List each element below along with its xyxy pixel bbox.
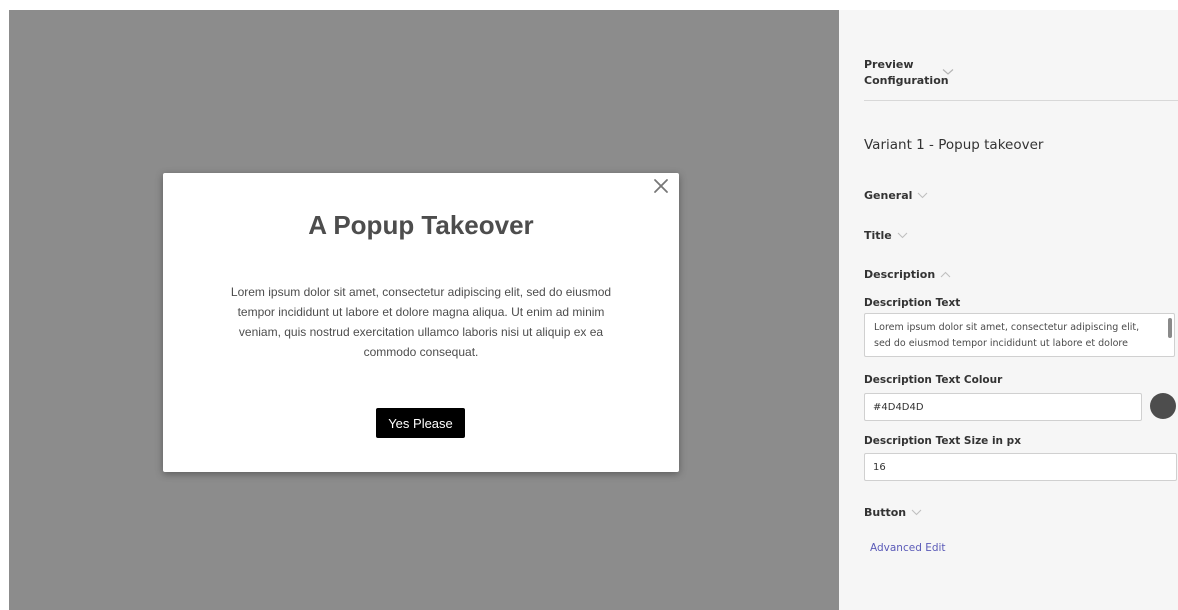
chevron-down-icon xyxy=(942,69,954,75)
section-general[interactable]: General xyxy=(864,189,928,202)
description-text-input[interactable]: Lorem ipsum dolor sit amet, consectetur … xyxy=(864,313,1175,357)
chevron-down-icon xyxy=(897,232,908,239)
chevron-up-icon xyxy=(940,271,951,278)
close-icon xyxy=(654,179,668,193)
popup-modal: A Popup Takeover Lorem ipsum dolor sit a… xyxy=(163,173,679,472)
section-button[interactable]: Button xyxy=(864,506,922,519)
description-text-value: Lorem ipsum dolor sit amet, consectetur … xyxy=(874,322,1140,356)
divider xyxy=(864,100,1178,101)
section-title[interactable]: Title xyxy=(864,229,908,242)
section-title-label: Title xyxy=(864,229,892,242)
variant-title: Variant 1 - Popup takeover xyxy=(864,137,1044,153)
description-colour-input[interactable] xyxy=(864,393,1142,421)
popup-title: A Popup Takeover xyxy=(308,210,534,240)
section-button-label: Button xyxy=(864,506,907,519)
yes-please-button[interactable]: Yes Please xyxy=(376,408,465,438)
chevron-down-icon xyxy=(911,509,922,516)
preview-configuration-toggle[interactable]: Preview Configuration xyxy=(864,57,954,89)
advanced-edit-link[interactable]: Advanced Edit xyxy=(870,542,946,554)
config-sidebar: Preview Configuration Variant 1 - Popup … xyxy=(839,10,1178,610)
textarea-scrollbar[interactable] xyxy=(1168,318,1172,338)
popup-close-button[interactable] xyxy=(651,176,671,196)
section-description-label: Description xyxy=(864,268,936,281)
section-description[interactable]: Description xyxy=(864,268,951,281)
description-size-label: Description Text Size in px xyxy=(864,435,1021,447)
popup-description: Lorem ipsum dolor sit amet, consectetur … xyxy=(230,285,612,359)
section-general-label: General xyxy=(864,189,913,202)
description-size-input[interactable] xyxy=(864,453,1177,481)
colour-swatch[interactable] xyxy=(1150,393,1176,419)
preview-canvas: A Popup Takeover Lorem ipsum dolor sit a… xyxy=(9,10,839,610)
description-colour-label: Description Text Colour xyxy=(864,374,1003,386)
description-text-label: Description Text xyxy=(864,297,961,309)
chevron-down-icon xyxy=(918,192,928,199)
preview-configuration-label: Preview Configuration xyxy=(864,58,949,87)
app-frame: A Popup Takeover Lorem ipsum dolor sit a… xyxy=(0,0,1178,610)
